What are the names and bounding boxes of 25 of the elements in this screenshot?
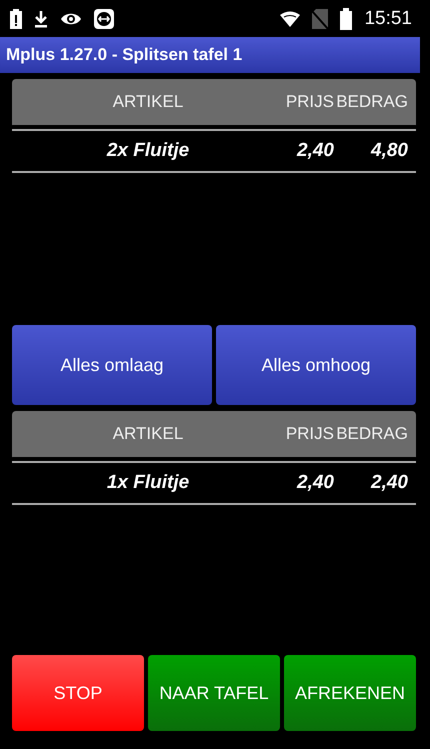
table-cell-text: 2,40 [370,472,409,494]
column-header: PRIJS [284,424,334,444]
battery-alert-icon [10,8,22,28]
download-icon [34,10,48,28]
column-header: ARTIKEL [112,92,184,112]
table-cell-text: 2x Fluitje [106,140,190,162]
no-sim-icon [312,8,328,28]
table-cell-text: 2,40 [296,472,334,494]
table-cell-text: 1x Fluitje [106,472,190,494]
table-cell-text: 2,40 [296,140,334,162]
action-button[interactable]: NAAR TAFEL [148,655,280,731]
clock: 15:51 [364,8,412,30]
battery-icon [340,8,352,30]
move-button[interactable]: Alles omhoog [216,325,416,405]
wifi-icon [280,10,300,26]
remote-control-icon [94,8,114,28]
column-header: BEDRAG [335,424,409,444]
move-button[interactable]: Alles omlaag [12,325,212,405]
column-header: ARTIKEL [112,424,184,444]
action-button[interactable]: STOP [12,655,144,731]
window-title: Mplus 1.27.0 - Splitsen tafel 1 [6,45,242,65]
action-button[interactable]: AFREKENEN [284,655,416,731]
column-header: PRIJS [284,92,334,112]
column-header: BEDRAG [335,92,409,112]
table-cell-text: 4,80 [370,140,409,162]
